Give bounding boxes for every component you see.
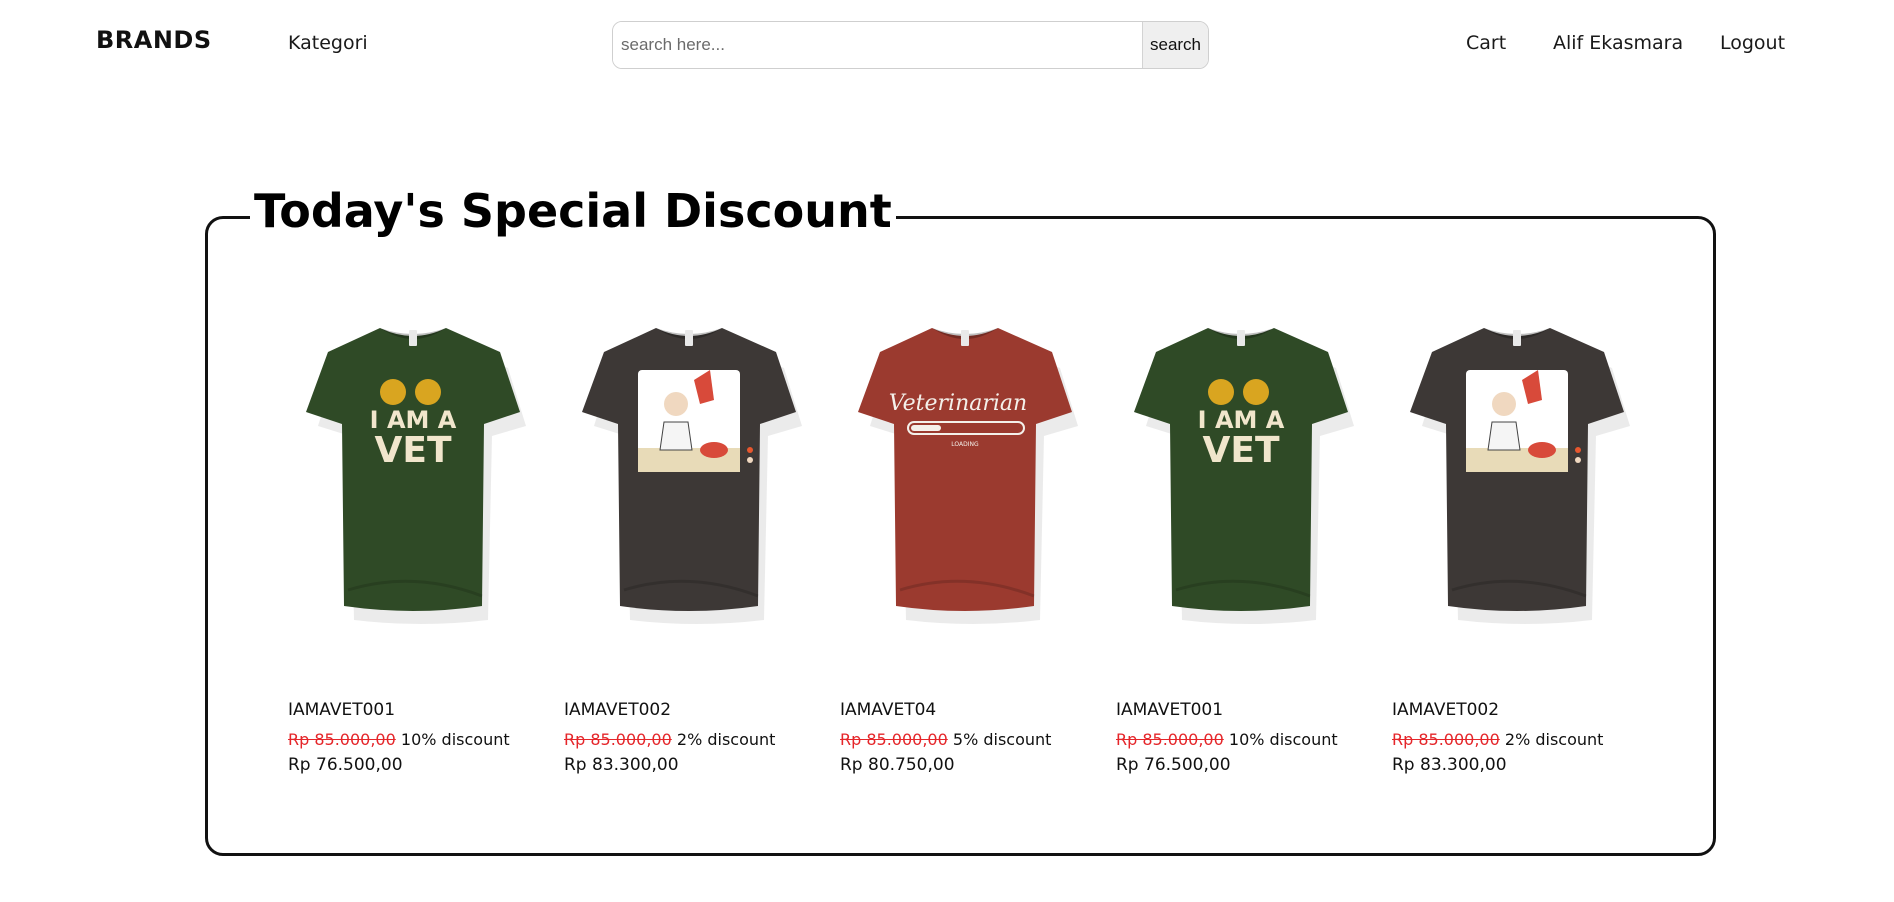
tshirt-print-text: VET bbox=[374, 430, 451, 471]
tshirt-tag-icon bbox=[961, 330, 969, 346]
loading-bar-fill bbox=[911, 425, 941, 431]
doctor-face-icon bbox=[664, 392, 688, 416]
lobster-icon bbox=[700, 442, 728, 458]
product-name[interactable]: IAMAVET002 bbox=[564, 700, 671, 720]
nav-link-kategori[interactable]: Kategori bbox=[288, 32, 368, 54]
cat-badge-icon bbox=[380, 379, 406, 405]
search-input[interactable] bbox=[613, 22, 1142, 68]
product-discount: 2% discount bbox=[1504, 730, 1604, 749]
tshirt-tag-icon bbox=[1237, 330, 1245, 346]
doctor-coat-icon bbox=[659, 421, 693, 451]
doctor-coat-icon bbox=[1487, 421, 1521, 451]
tshirt-print-text: VET bbox=[1202, 430, 1279, 471]
product-original-price: Rp 85.000,00 bbox=[840, 730, 948, 749]
dot-icon bbox=[747, 447, 753, 453]
search-bar: search bbox=[612, 21, 1209, 69]
nav-link-logout[interactable]: Logout bbox=[1720, 32, 1785, 54]
section-title: Today's Special Discount bbox=[250, 186, 896, 236]
cat-badge-icon bbox=[1208, 379, 1234, 405]
product-final-price: Rp 83.300,00 bbox=[564, 755, 679, 775]
product-discount: 10% discount bbox=[400, 730, 510, 749]
product-card[interactable]: Veterinarian LOADING IAMAVET04 Rp 85.000,… bbox=[840, 300, 1090, 775]
product-card[interactable]: IAMAVET002 Rp 85.000,00 2% discount Rp 8… bbox=[1392, 300, 1642, 775]
product-original-price: Rp 85.000,00 bbox=[288, 730, 396, 749]
product-card[interactable]: I AM A VET IAMAVET001 Rp 85.000,00 10% di… bbox=[288, 300, 538, 775]
product-image[interactable] bbox=[564, 300, 814, 660]
product-discount: 5% discount bbox=[952, 730, 1052, 749]
nav-link-user-profile[interactable]: Alif Ekasmara bbox=[1553, 32, 1683, 54]
dog-badge-icon bbox=[415, 379, 441, 405]
tshirt-tag-icon bbox=[685, 330, 693, 346]
navbar: BRANDS Kategori search Cart Alif Ekasmar… bbox=[0, 0, 1894, 90]
product-name[interactable]: IAMAVET001 bbox=[288, 700, 395, 720]
brand-logo[interactable]: BRANDS bbox=[96, 26, 212, 54]
product-discount: 10% discount bbox=[1228, 730, 1338, 749]
product-price-line: Rp 85.000,00 2% discount bbox=[564, 730, 775, 749]
product-name[interactable]: IAMAVET001 bbox=[1116, 700, 1223, 720]
product-price-line: Rp 85.000,00 5% discount bbox=[840, 730, 1051, 749]
product-original-price: Rp 85.000,00 bbox=[1116, 730, 1224, 749]
product-name[interactable]: IAMAVET002 bbox=[1392, 700, 1499, 720]
tshirt-tag-icon bbox=[1513, 330, 1521, 346]
product-image[interactable]: I AM AVET bbox=[288, 300, 538, 660]
product-price-line: Rp 85.000,00 10% discount bbox=[288, 730, 510, 749]
product-final-price: Rp 83.300,00 bbox=[1392, 755, 1507, 775]
dot-icon bbox=[1575, 447, 1581, 453]
dog-badge-icon bbox=[1243, 379, 1269, 405]
product-original-price: Rp 85.000,00 bbox=[1392, 730, 1500, 749]
product-final-price: Rp 80.750,00 bbox=[840, 755, 955, 775]
product-image[interactable] bbox=[1392, 300, 1642, 660]
dot-icon bbox=[1575, 457, 1581, 463]
product-card[interactable]: I AM A VET IAMAVET001 Rp 85.000,00 10% di… bbox=[1116, 300, 1366, 775]
tshirt-print-text: LOADING bbox=[951, 441, 979, 448]
tshirt-print-text: Veterinarian bbox=[889, 391, 1027, 416]
product-price-line: Rp 85.000,00 10% discount bbox=[1116, 730, 1338, 749]
lobster-icon bbox=[1528, 442, 1556, 458]
product-discount: 2% discount bbox=[676, 730, 776, 749]
tshirt-tag-icon bbox=[409, 330, 417, 346]
product-image[interactable]: Veterinarian LOADING bbox=[840, 300, 1090, 660]
product-final-price: Rp 76.500,00 bbox=[288, 755, 403, 775]
nav-link-cart[interactable]: Cart bbox=[1466, 32, 1506, 54]
product-price-line: Rp 85.000,00 2% discount bbox=[1392, 730, 1603, 749]
dot-icon bbox=[747, 457, 753, 463]
product-name[interactable]: IAMAVET04 bbox=[840, 700, 936, 720]
product-card[interactable]: IAMAVET002 Rp 85.000,00 2% discount Rp 8… bbox=[564, 300, 814, 775]
doctor-face-icon bbox=[1492, 392, 1516, 416]
product-original-price: Rp 85.000,00 bbox=[564, 730, 672, 749]
product-final-price: Rp 76.500,00 bbox=[1116, 755, 1231, 775]
search-button[interactable]: search bbox=[1142, 22, 1208, 68]
product-image[interactable]: I AM AVET bbox=[1116, 300, 1366, 660]
